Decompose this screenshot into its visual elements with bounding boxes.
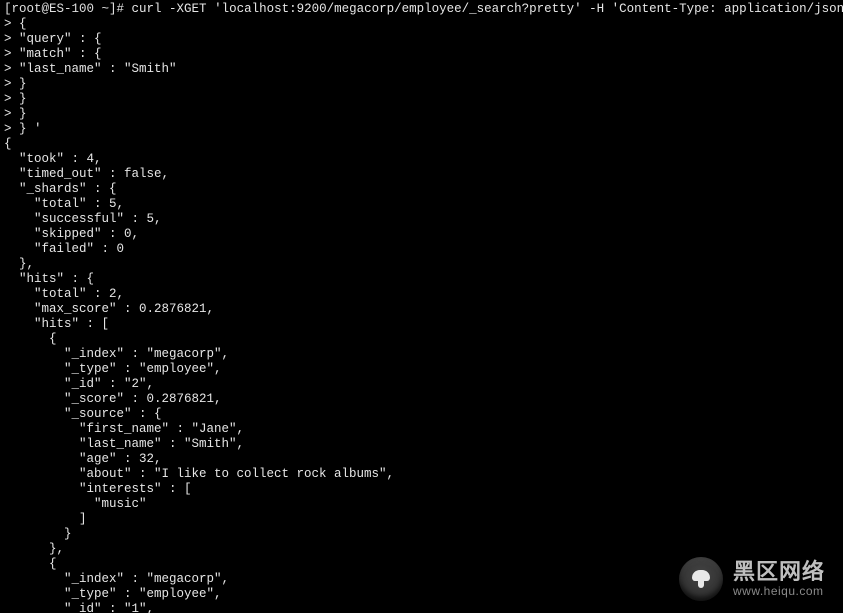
- terminal-output: [root@ES-100 ~]# curl -XGET 'localhost:9…: [0, 0, 843, 613]
